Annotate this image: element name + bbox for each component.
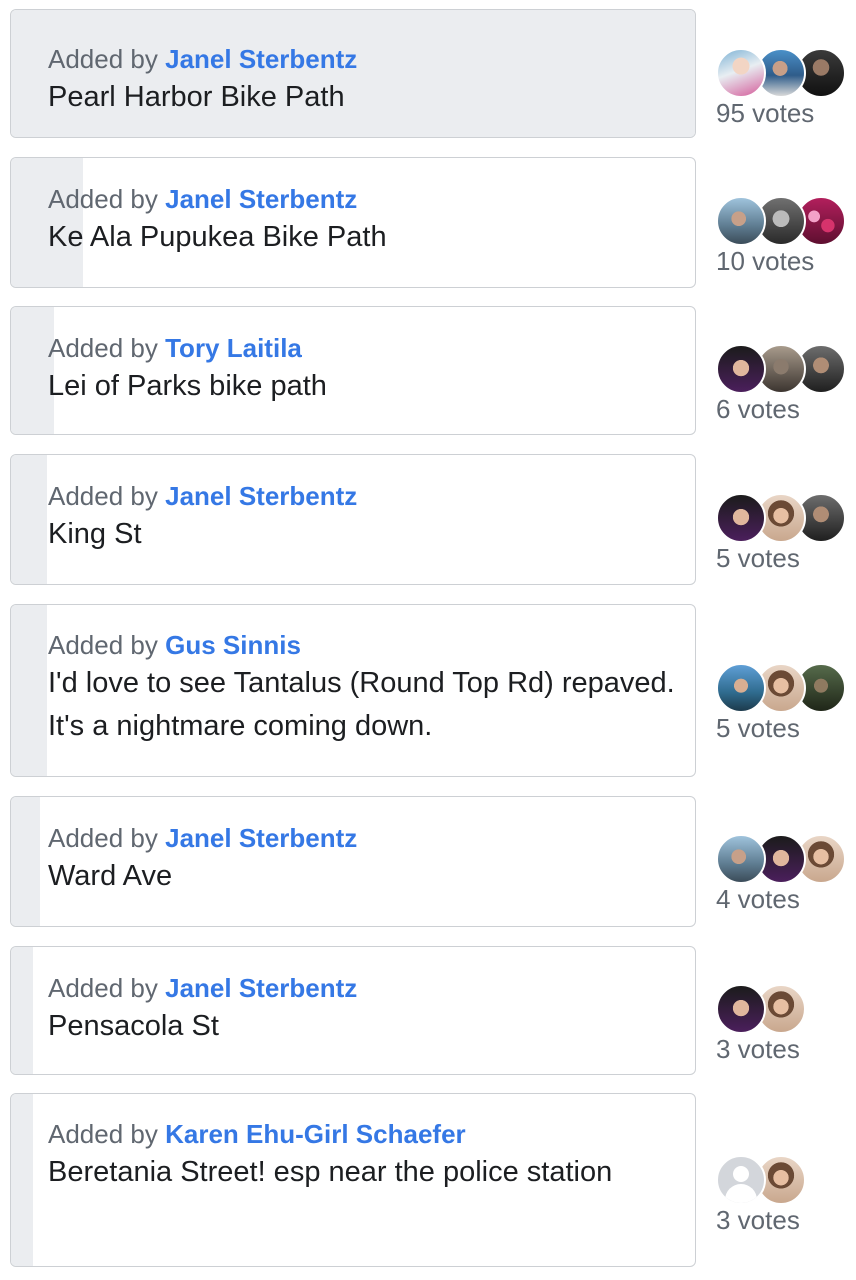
vote-progress-fill <box>11 797 40 926</box>
author-link[interactable]: Janel Sterbentz <box>165 481 357 511</box>
vote-count[interactable]: 5 votes <box>716 543 856 573</box>
voter-avatar <box>716 984 766 1034</box>
author-link[interactable]: Janel Sterbentz <box>165 973 357 1003</box>
poll-option[interactable]: Added by Karen Ehu-Girl Schaefer Beretan… <box>10 1093 696 1267</box>
option-title: Ke Ala Pupukea Bike Path <box>48 221 387 253</box>
vote-progress-fill <box>11 1094 33 1266</box>
option-title: Lei of Parks bike path <box>48 370 327 402</box>
voter-avatars[interactable] <box>716 663 856 715</box>
author-link[interactable]: Gus Sinnis <box>165 630 301 660</box>
voters-summary[interactable]: 3 votes <box>716 1155 856 1235</box>
vote-progress-fill <box>11 947 33 1074</box>
vote-count[interactable]: 3 votes <box>716 1205 856 1235</box>
voter-avatars[interactable] <box>716 344 856 396</box>
poll-option[interactable]: Added by Janel Sterbentz Pearl Harbor Bi… <box>10 9 696 138</box>
poll-option[interactable]: Added by Tory Laitila Lei of Parks bike … <box>10 306 696 435</box>
default-avatar-icon <box>716 1155 766 1205</box>
voters-summary[interactable]: 6 votes <box>716 344 856 424</box>
voter-avatars[interactable] <box>716 1155 856 1207</box>
poll-option[interactable]: Added by Janel Sterbentz King St <box>10 454 696 585</box>
added-by-line: Added by Gus Sinnis <box>48 630 675 660</box>
author-link[interactable]: Janel Sterbentz <box>165 44 357 74</box>
voters-summary[interactable]: 10 votes <box>716 196 856 276</box>
option-title: Pensacola St <box>48 1010 219 1042</box>
poll-option[interactable]: Added by Janel Sterbentz Ke Ala Pupukea … <box>10 157 696 288</box>
vote-progress-fill <box>11 455 48 584</box>
added-by-line: Added by Karen Ehu-Girl Schaefer <box>48 1119 675 1149</box>
vote-count[interactable]: 95 votes <box>716 98 856 128</box>
voter-avatar <box>716 663 766 713</box>
option-title: Ward Ave <box>48 860 173 892</box>
added-by-line: Added by Janel Sterbentz <box>48 44 675 74</box>
added-by-line: Added by Janel Sterbentz <box>48 823 675 853</box>
poll-option[interactable]: Added by Janel Sterbentz Pensacola St <box>10 946 696 1075</box>
option-title: Pearl Harbor Bike Path <box>48 81 345 113</box>
added-by-label: Added by <box>48 184 158 214</box>
voters-summary[interactable]: 5 votes <box>716 493 856 573</box>
poll-option[interactable]: Added by Janel Sterbentz Ward Ave <box>10 796 696 927</box>
added-by-line: Added by Janel Sterbentz <box>48 481 675 511</box>
added-by-label: Added by <box>48 333 158 363</box>
vote-count[interactable]: 5 votes <box>716 713 856 743</box>
vote-count[interactable]: 10 votes <box>716 246 856 276</box>
added-by-line: Added by Tory Laitila <box>48 333 675 363</box>
poll-option[interactable]: Added by Gus Sinnis I'd love to see Tant… <box>10 604 696 777</box>
added-by-label: Added by <box>48 630 158 660</box>
added-by-label: Added by <box>48 481 158 511</box>
poll-options-list: Added by Janel Sterbentz Pearl Harbor Bi… <box>0 0 856 1280</box>
voters-summary[interactable]: 3 votes <box>716 984 856 1064</box>
added-by-label: Added by <box>48 1119 158 1149</box>
added-by-label: Added by <box>48 44 158 74</box>
added-by-label: Added by <box>48 973 158 1003</box>
voter-avatar <box>716 48 766 98</box>
voters-summary[interactable]: 4 votes <box>716 834 856 914</box>
author-link[interactable]: Tory Laitila <box>165 333 302 363</box>
added-by-label: Added by <box>48 823 158 853</box>
voters-summary[interactable]: 5 votes <box>716 663 856 743</box>
author-link[interactable]: Janel Sterbentz <box>165 184 357 214</box>
vote-count[interactable]: 4 votes <box>716 884 856 914</box>
voter-avatars[interactable] <box>716 48 856 100</box>
voter-avatars[interactable] <box>716 196 856 248</box>
voter-avatar <box>716 493 766 543</box>
voter-avatar <box>716 834 766 884</box>
vote-progress-fill <box>11 605 48 776</box>
voter-avatar <box>716 196 766 246</box>
voter-avatars[interactable] <box>716 834 856 886</box>
option-title: I'd love to see Tantalus (Round Top Rd) … <box>48 667 675 742</box>
author-link[interactable]: Janel Sterbentz <box>165 823 357 853</box>
vote-count[interactable]: 3 votes <box>716 1034 856 1064</box>
added-by-line: Added by Janel Sterbentz <box>48 973 675 1003</box>
voter-avatars[interactable] <box>716 984 856 1036</box>
voter-avatars[interactable] <box>716 493 856 545</box>
voters-summary[interactable]: 95 votes <box>716 48 856 128</box>
author-link[interactable]: Karen Ehu-Girl Schaefer <box>165 1119 466 1149</box>
added-by-line: Added by Janel Sterbentz <box>48 184 675 214</box>
option-title: King St <box>48 518 142 550</box>
vote-count[interactable]: 6 votes <box>716 394 856 424</box>
voter-avatar <box>716 344 766 394</box>
option-title: Beretania Street! esp near the police st… <box>48 1156 613 1188</box>
